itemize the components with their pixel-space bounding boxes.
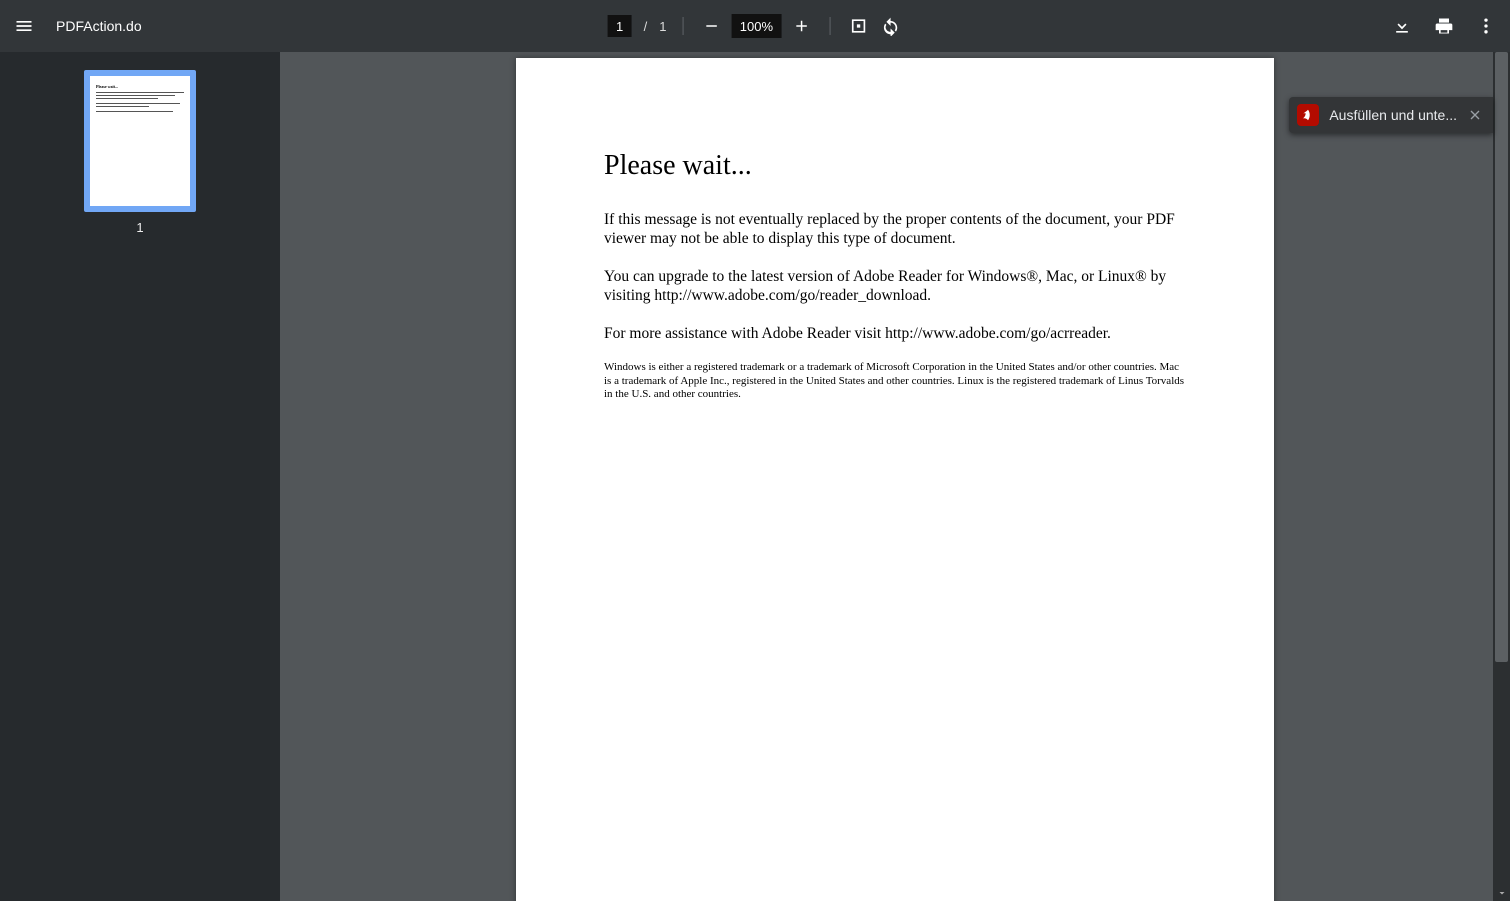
thumbnail-sidebar: Please wait... 1 [0, 52, 280, 901]
doc-paragraph-3: For more assistance with Adobe Reader vi… [604, 324, 1186, 343]
page-count: 1 [659, 19, 666, 34]
separator [829, 17, 830, 35]
vertical-scrollbar[interactable] [1493, 52, 1510, 901]
thumb-tiny-title: Please wait... [96, 84, 184, 89]
toolbar-left: PDFAction.do [12, 14, 142, 38]
adobe-acrobat-icon [1297, 104, 1319, 126]
pdf-page: Please wait... If this message is not ev… [516, 58, 1274, 901]
main-viewport[interactable]: Please wait... If this message is not ev… [280, 52, 1510, 901]
thumb-tiny-line [96, 106, 149, 107]
fit-page-icon[interactable] [846, 14, 870, 38]
popup-text: Ausfüllen und unte... [1329, 107, 1457, 123]
menu-icon[interactable] [12, 14, 36, 38]
adobe-popup[interactable]: Ausfüllen und unte... [1289, 97, 1493, 133]
zoom-out-icon[interactable] [699, 14, 723, 38]
scrollbar-down-arrow-icon[interactable] [1493, 884, 1510, 901]
thumb-tiny-line [96, 92, 184, 93]
pdf-toolbar: PDFAction.do / 1 100% [0, 0, 1510, 52]
thumb-tiny-line [96, 103, 180, 104]
thumbnail-label: 1 [136, 220, 143, 235]
thumb-tiny-line [96, 95, 175, 96]
doc-paragraph-2: You can upgrade to the latest version of… [604, 267, 1186, 306]
file-title: PDFAction.do [56, 18, 142, 34]
doc-heading: Please wait... [604, 150, 1186, 182]
zoom-in-icon[interactable] [789, 14, 813, 38]
doc-paragraph-1: If this message is not eventually replac… [604, 210, 1186, 249]
print-icon[interactable] [1432, 14, 1456, 38]
more-icon[interactable] [1474, 14, 1498, 38]
zoom-display[interactable]: 100% [731, 14, 781, 38]
page-input[interactable] [608, 15, 632, 37]
thumbnail-wrapper: Please wait... 1 [84, 70, 196, 235]
close-icon[interactable] [1467, 107, 1483, 123]
page-count-separator: / [644, 19, 648, 34]
separator [682, 17, 683, 35]
page-thumbnail-1[interactable]: Please wait... [84, 70, 196, 212]
viewer-body: Please wait... 1 Please wait... If this … [0, 52, 1510, 901]
toolbar-right [1390, 14, 1498, 38]
doc-legal: Windows is either a registered trademark… [604, 361, 1186, 402]
download-icon[interactable] [1390, 14, 1414, 38]
thumb-tiny-line [96, 98, 158, 99]
scrollbar-thumb[interactable] [1495, 52, 1508, 662]
thumb-tiny-line [96, 111, 173, 112]
toolbar-center: / 1 100% [608, 14, 903, 38]
rotate-icon[interactable] [878, 14, 902, 38]
